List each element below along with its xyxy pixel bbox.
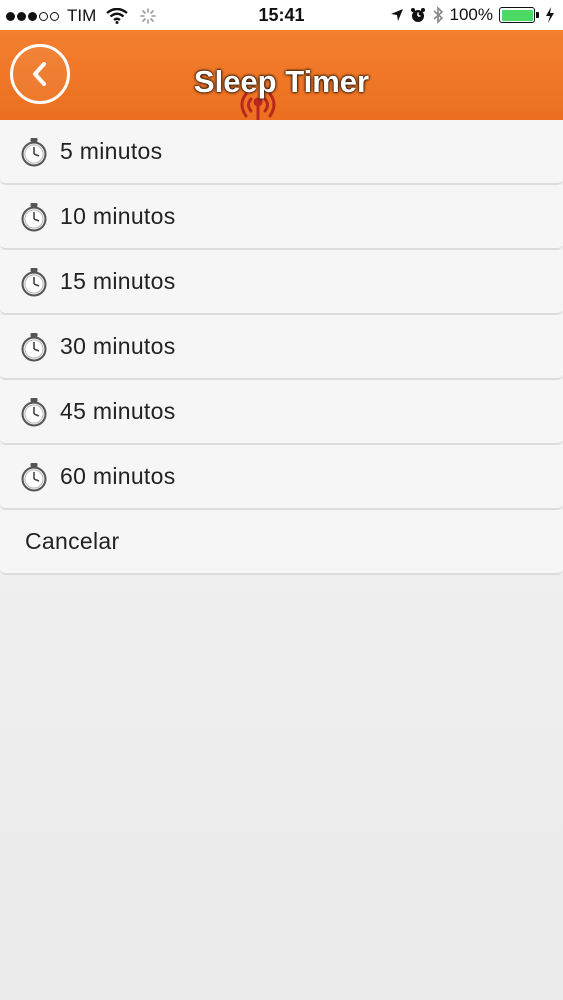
timer-option-label: 5 minutos bbox=[60, 138, 163, 164]
timer-options-list: 5 minutos 10 minutos 15 minutos 30 minut… bbox=[0, 120, 563, 575]
timer-option-45[interactable]: 45 minutos bbox=[0, 380, 563, 445]
bluetooth-icon bbox=[432, 6, 443, 24]
battery-icon bbox=[499, 7, 539, 23]
timer-option-label: 60 minutos bbox=[60, 463, 176, 489]
stopwatch-icon bbox=[21, 397, 47, 426]
charging-bolt-icon bbox=[546, 7, 554, 23]
timer-option-10[interactable]: 10 minutos bbox=[0, 185, 563, 250]
battery-percentage: 100% bbox=[449, 5, 493, 24]
stopwatch-icon bbox=[21, 332, 47, 361]
stopwatch-icon bbox=[21, 202, 47, 231]
timer-option-label: 30 minutos bbox=[60, 333, 176, 359]
header-bar: Sleep Timer bbox=[0, 30, 563, 120]
cancel-button[interactable]: Cancelar bbox=[0, 510, 563, 575]
timer-option-5[interactable]: 5 minutos bbox=[0, 120, 563, 185]
cancel-label: Cancelar bbox=[25, 528, 120, 554]
timer-option-label: 45 minutos bbox=[60, 398, 176, 424]
timer-option-label: 15 minutos bbox=[60, 268, 176, 294]
stopwatch-icon bbox=[21, 137, 47, 166]
page-title: Sleep Timer bbox=[193, 64, 370, 99]
stopwatch-icon bbox=[21, 462, 47, 491]
location-arrow-icon bbox=[390, 9, 403, 21]
timer-option-label: 10 minutos bbox=[60, 203, 176, 229]
status-right: 100% bbox=[390, 5, 555, 25]
timer-option-15[interactable]: 15 minutos bbox=[0, 250, 563, 315]
alarm-clock-icon bbox=[410, 8, 425, 22]
stopwatch-icon bbox=[21, 267, 47, 296]
timer-option-30[interactable]: 30 minutos bbox=[0, 315, 563, 380]
timer-option-60[interactable]: 60 minutos bbox=[0, 445, 563, 510]
status-bar: TIM 15:41 100% bbox=[0, 0, 563, 30]
